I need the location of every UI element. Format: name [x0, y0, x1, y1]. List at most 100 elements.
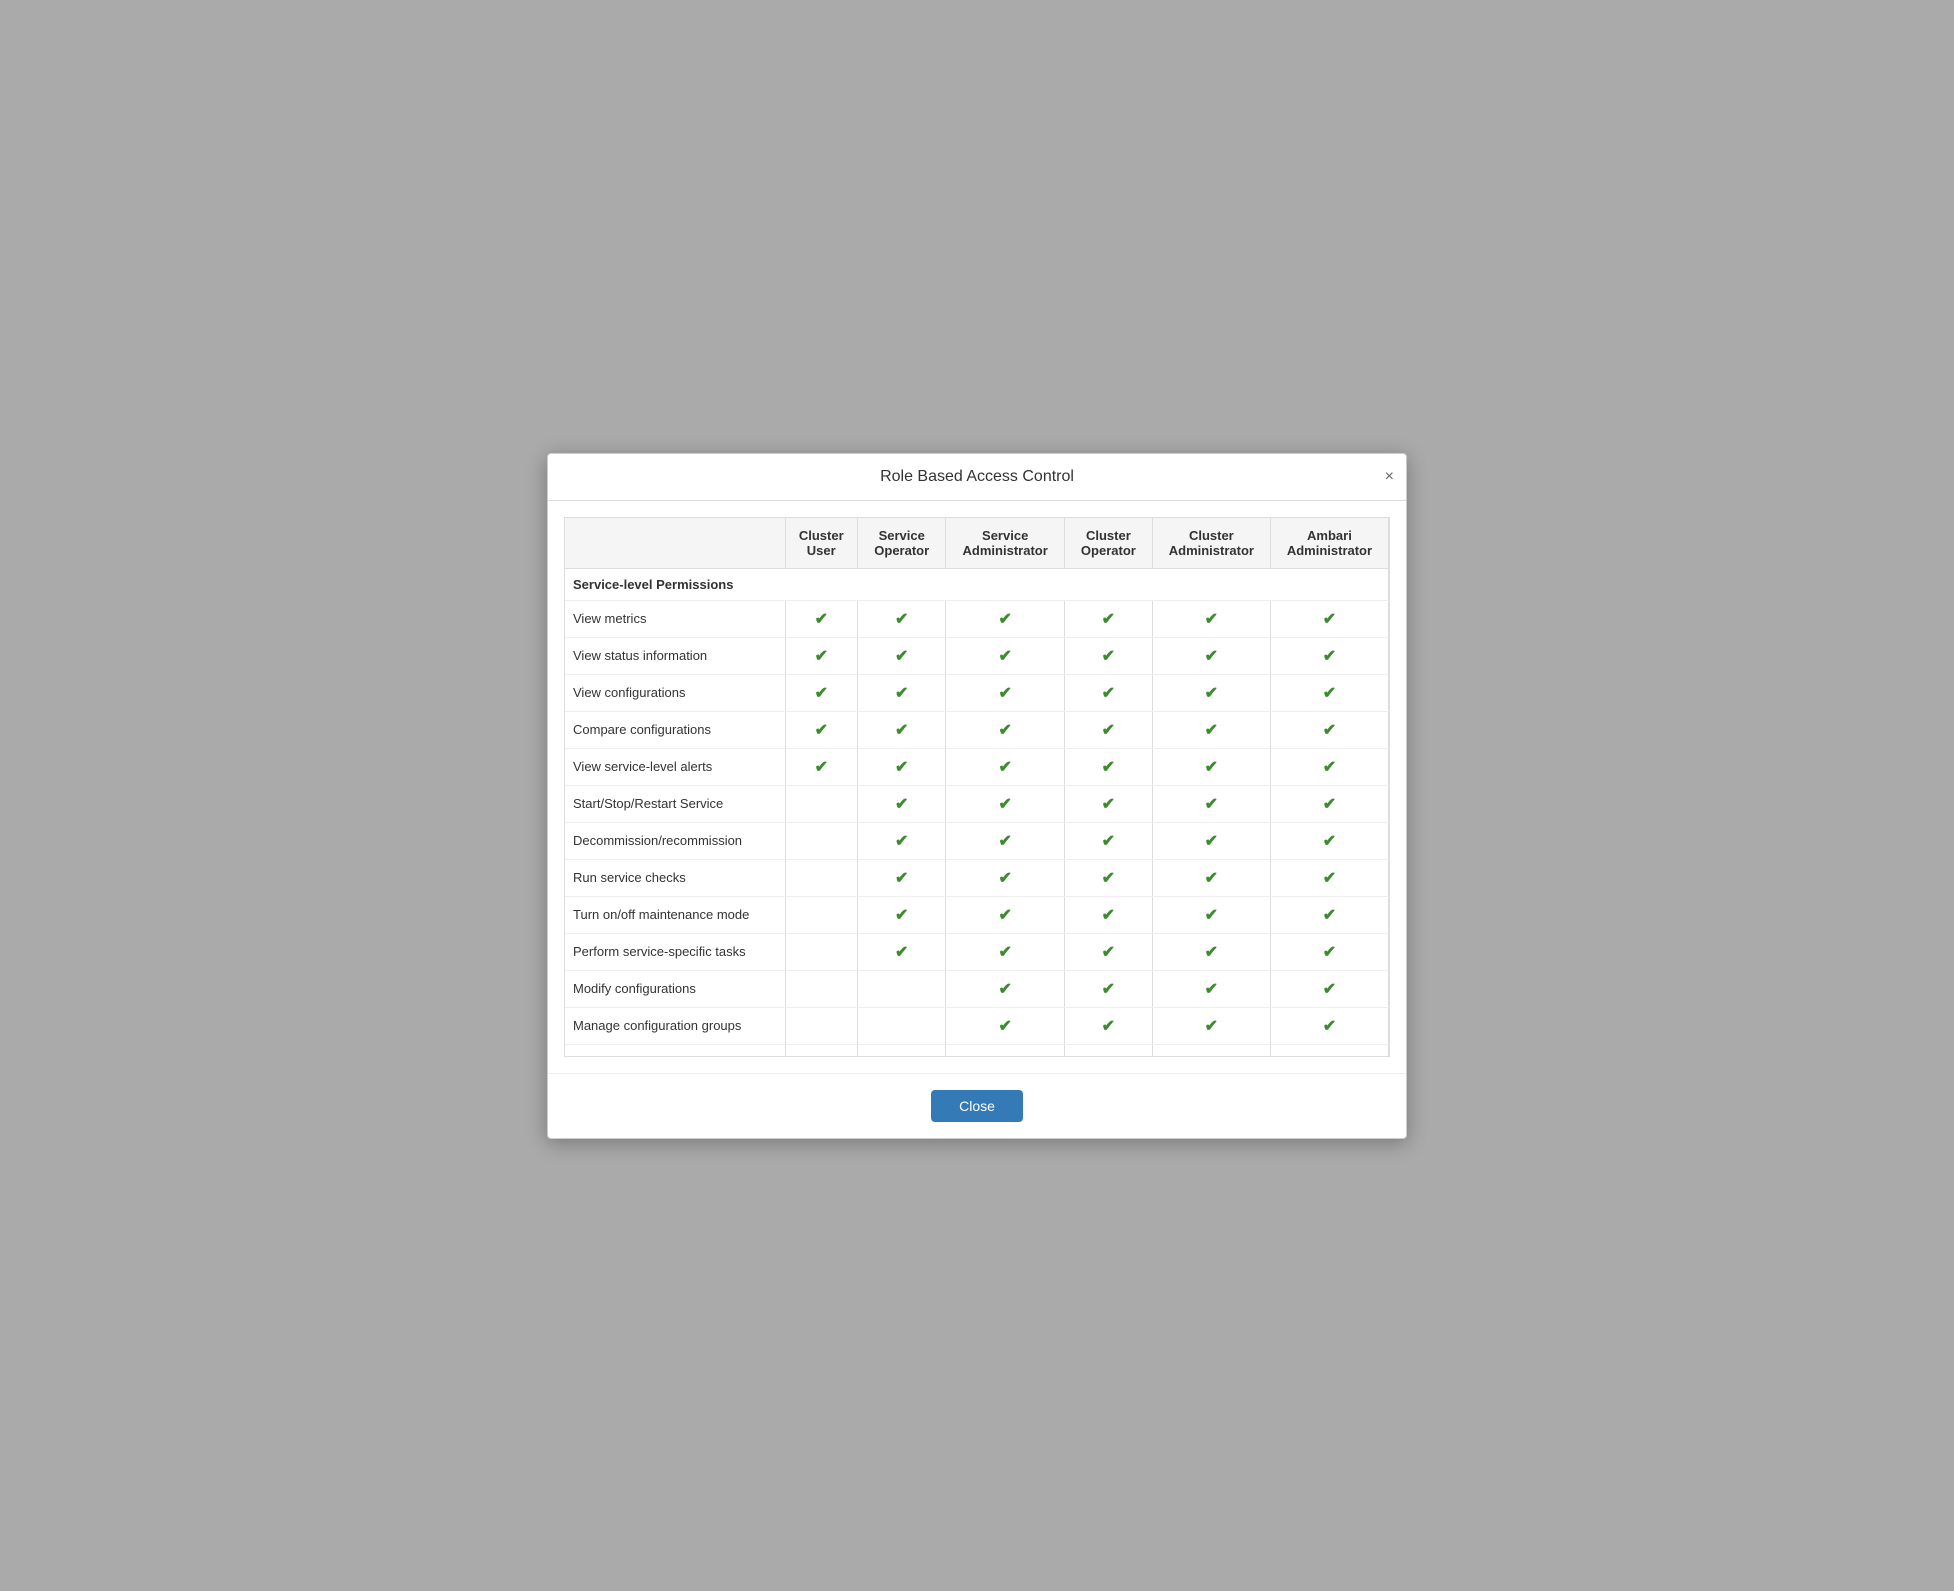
- checkmark-icon: ✔: [1102, 944, 1115, 961]
- permission-cell-service_administrator: ✔: [946, 674, 1065, 711]
- checkmark-icon: ✔: [998, 1018, 1011, 1035]
- col-header-ambari-administrator: Ambari Administrator: [1270, 518, 1388, 569]
- close-button[interactable]: Close: [931, 1090, 1023, 1122]
- checkmark-icon: ✔: [1323, 685, 1336, 702]
- permission-label: View status information: [565, 637, 785, 674]
- section-header-row: Service-level Permissions: [565, 568, 1389, 600]
- checkmark-icon: ✔: [895, 907, 908, 924]
- permission-cell-service_administrator: ✔: [946, 1007, 1065, 1044]
- checkmark-icon: ✔: [1323, 833, 1336, 850]
- checkmark-icon: ✔: [1323, 611, 1336, 628]
- checkmark-icon: ✔: [1323, 1055, 1336, 1057]
- permission-cell-service_operator: ✔: [858, 637, 946, 674]
- permission-cell-service_operator: ✔: [858, 859, 946, 896]
- table-header-row: Cluster User Service Operator Service Ad…: [565, 518, 1389, 569]
- permission-cell-cluster_operator: ✔: [1064, 637, 1152, 674]
- permission-label: Move service to another host: [565, 1044, 785, 1057]
- permission-cell-cluster_administrator: ✔: [1152, 970, 1270, 1007]
- permission-cell-ambari_administrator: ✔: [1270, 600, 1388, 637]
- table-row: Turn on/off maintenance mode✔✔✔✔✔: [565, 896, 1389, 933]
- checkmark-icon: ✔: [1323, 759, 1336, 776]
- checkmark-icon: ✔: [1205, 870, 1218, 887]
- table-row: View configurations✔✔✔✔✔✔: [565, 674, 1389, 711]
- permission-cell-service_operator: ✔: [858, 896, 946, 933]
- permission-label: Decommission/recommission: [565, 822, 785, 859]
- permission-cell-ambari_administrator: ✔: [1270, 970, 1388, 1007]
- checkmark-icon: ✔: [1102, 1055, 1115, 1057]
- permission-cell-cluster_user: ✔: [785, 748, 858, 785]
- permission-cell-cluster_operator: ✔: [1064, 785, 1152, 822]
- col-header-cluster-operator: Cluster Operator: [1064, 518, 1152, 569]
- checkmark-icon: ✔: [998, 722, 1011, 739]
- checkmark-icon: ✔: [1323, 981, 1336, 998]
- dialog-footer: Close: [548, 1073, 1406, 1138]
- checkmark-icon: ✔: [895, 648, 908, 665]
- permission-cell-service_administrator: [946, 1044, 1065, 1057]
- permission-cell-ambari_administrator: ✔: [1270, 674, 1388, 711]
- permission-label: Turn on/off maintenance mode: [565, 896, 785, 933]
- checkmark-icon: ✔: [1102, 907, 1115, 924]
- table-row: View status information✔✔✔✔✔✔: [565, 637, 1389, 674]
- checkmark-icon: ✔: [815, 722, 828, 739]
- permission-cell-cluster_operator: ✔: [1064, 1007, 1152, 1044]
- checkmark-icon: ✔: [815, 611, 828, 628]
- permission-cell-service_administrator: ✔: [946, 637, 1065, 674]
- checkmark-icon: ✔: [895, 796, 908, 813]
- checkmark-icon: ✔: [1102, 648, 1115, 665]
- permission-cell-cluster_user: [785, 896, 858, 933]
- col-header-service-administrator: Service Administrator: [946, 518, 1065, 569]
- permission-cell-service_operator: ✔: [858, 600, 946, 637]
- permission-label: View service-level alerts: [565, 748, 785, 785]
- table-row: Decommission/recommission✔✔✔✔✔: [565, 822, 1389, 859]
- checkmark-icon: ✔: [1102, 796, 1115, 813]
- permission-cell-cluster_user: ✔: [785, 600, 858, 637]
- checkmark-icon: ✔: [1205, 981, 1218, 998]
- checkmark-icon: ✔: [815, 759, 828, 776]
- close-x-button[interactable]: ×: [1385, 469, 1394, 485]
- permission-cell-cluster_operator: ✔: [1064, 711, 1152, 748]
- permission-cell-service_operator: ✔: [858, 748, 946, 785]
- permission-label: View metrics: [565, 600, 785, 637]
- checkmark-icon: ✔: [1205, 611, 1218, 628]
- permission-cell-cluster_user: [785, 1044, 858, 1057]
- checkmark-icon: ✔: [1323, 648, 1336, 665]
- table-row: Manage configuration groups✔✔✔✔: [565, 1007, 1389, 1044]
- permission-cell-cluster_user: [785, 1007, 858, 1044]
- table-row: View service-level alerts✔✔✔✔✔✔: [565, 748, 1389, 785]
- permission-cell-cluster_operator: ✔: [1064, 748, 1152, 785]
- checkmark-icon: ✔: [1102, 611, 1115, 628]
- permission-cell-cluster_administrator: ✔: [1152, 785, 1270, 822]
- permission-cell-service_operator: ✔: [858, 674, 946, 711]
- permission-cell-cluster_administrator: ✔: [1152, 1007, 1270, 1044]
- permission-cell-cluster_user: ✔: [785, 674, 858, 711]
- table-row: Run service checks✔✔✔✔✔: [565, 859, 1389, 896]
- permission-cell-cluster_administrator: ✔: [1152, 600, 1270, 637]
- permission-label: View configurations: [565, 674, 785, 711]
- permission-cell-service_operator: [858, 970, 946, 1007]
- checkmark-icon: ✔: [1205, 722, 1218, 739]
- checkmark-icon: ✔: [1205, 1055, 1218, 1057]
- checkmark-icon: ✔: [998, 796, 1011, 813]
- checkmark-icon: ✔: [1102, 981, 1115, 998]
- permission-cell-service_operator: ✔: [858, 711, 946, 748]
- permission-cell-service_operator: ✔: [858, 933, 946, 970]
- permission-cell-service_administrator: ✔: [946, 785, 1065, 822]
- col-header-cluster-user: Cluster User: [785, 518, 858, 569]
- permission-label: Perform service-specific tasks: [565, 933, 785, 970]
- permission-cell-cluster_operator: ✔: [1064, 674, 1152, 711]
- permission-cell-cluster_operator: ✔: [1064, 896, 1152, 933]
- checkmark-icon: ✔: [998, 907, 1011, 924]
- checkmark-icon: ✔: [1323, 944, 1336, 961]
- permission-label: Start/Stop/Restart Service: [565, 785, 785, 822]
- permission-cell-cluster_administrator: ✔: [1152, 711, 1270, 748]
- permission-cell-service_operator: [858, 1007, 946, 1044]
- checkmark-icon: ✔: [895, 833, 908, 850]
- table-row: Start/Stop/Restart Service✔✔✔✔✔: [565, 785, 1389, 822]
- checkmark-icon: ✔: [1323, 722, 1336, 739]
- checkmark-icon: ✔: [1102, 1018, 1115, 1035]
- permission-cell-ambari_administrator: ✔: [1270, 896, 1388, 933]
- permission-cell-cluster_operator: ✔: [1064, 1044, 1152, 1057]
- permission-cell-service_operator: [858, 1044, 946, 1057]
- table-wrapper[interactable]: Cluster User Service Operator Service Ad…: [564, 517, 1390, 1057]
- checkmark-icon: ✔: [1205, 944, 1218, 961]
